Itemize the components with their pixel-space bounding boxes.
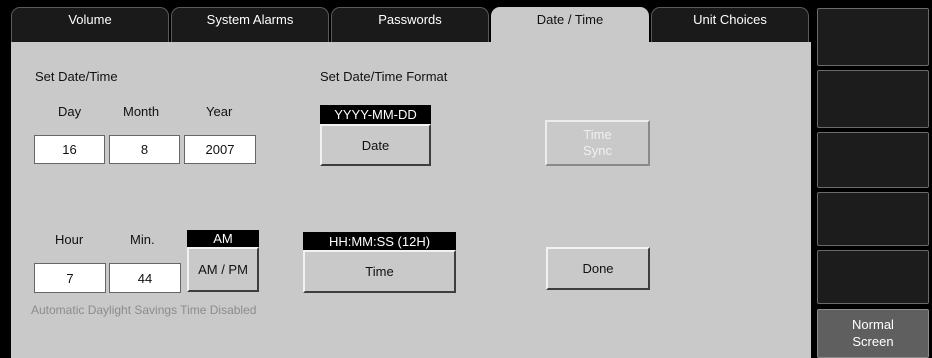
time-sync-button[interactable]: Time Sync xyxy=(545,120,650,166)
set-format-title: Set Date/Time Format xyxy=(320,69,448,84)
softkey-sidebar: Normal Screen xyxy=(814,0,932,358)
tab-bar: Volume System Alarms Passwords Date / Ti… xyxy=(0,0,822,42)
hour-label: Hour xyxy=(55,232,84,247)
tab-date-time[interactable]: Date / Time xyxy=(491,7,649,42)
time-sync-line2: Sync xyxy=(583,143,612,158)
dst-status-note: Automatic Daylight Savings Time Disabled xyxy=(31,303,257,317)
month-label: Month xyxy=(123,104,160,119)
normal-screen-line2: Screen xyxy=(852,333,894,349)
tab-unit-choices[interactable]: Unit Choices xyxy=(651,7,809,42)
tab-label: Unit Choices xyxy=(693,12,767,27)
ampm-button[interactable]: AM / PM xyxy=(187,247,259,292)
normal-screen-button[interactable]: Normal Screen xyxy=(817,309,929,358)
softkey-1[interactable] xyxy=(817,8,929,66)
tab-system-alarms[interactable]: System Alarms xyxy=(171,7,329,42)
time-sync-line1: Time xyxy=(583,127,612,143)
day-label: Day xyxy=(58,104,82,119)
tab-passwords[interactable]: Passwords xyxy=(331,7,489,42)
minute-field[interactable]: 44 xyxy=(109,263,181,293)
min-label: Min. xyxy=(130,232,155,247)
year-label: Year xyxy=(206,104,233,119)
month-field[interactable]: 8 xyxy=(109,135,180,164)
tab-label: System Alarms xyxy=(206,12,294,27)
time-format-button[interactable]: Time xyxy=(303,250,456,293)
date-time-panel: Set Date/Time Day Month Year 16 8 2007 S… xyxy=(11,42,811,358)
done-button[interactable]: Done xyxy=(546,247,650,290)
hour-field[interactable]: 7 xyxy=(34,263,106,293)
tab-volume[interactable]: Volume xyxy=(11,7,169,42)
set-date-time-title: Set Date/Time xyxy=(35,69,118,84)
tab-label: Date / Time xyxy=(536,12,604,27)
softkey-5[interactable] xyxy=(817,250,929,304)
date-format-value: YYYY-MM-DD xyxy=(320,105,431,124)
time-format-value: HH:MM:SS (12H) xyxy=(303,232,456,250)
year-field[interactable]: 2007 xyxy=(184,135,256,164)
day-field[interactable]: 16 xyxy=(34,135,105,164)
tab-label: Passwords xyxy=(378,12,442,27)
tab-label: Volume xyxy=(68,12,112,27)
normal-screen-line1: Normal xyxy=(852,317,894,333)
softkey-3[interactable] xyxy=(817,132,929,188)
softkey-2[interactable] xyxy=(817,70,929,128)
date-format-button[interactable]: Date xyxy=(320,124,431,166)
ampm-value: AM xyxy=(187,230,259,247)
softkey-4[interactable] xyxy=(817,192,929,246)
